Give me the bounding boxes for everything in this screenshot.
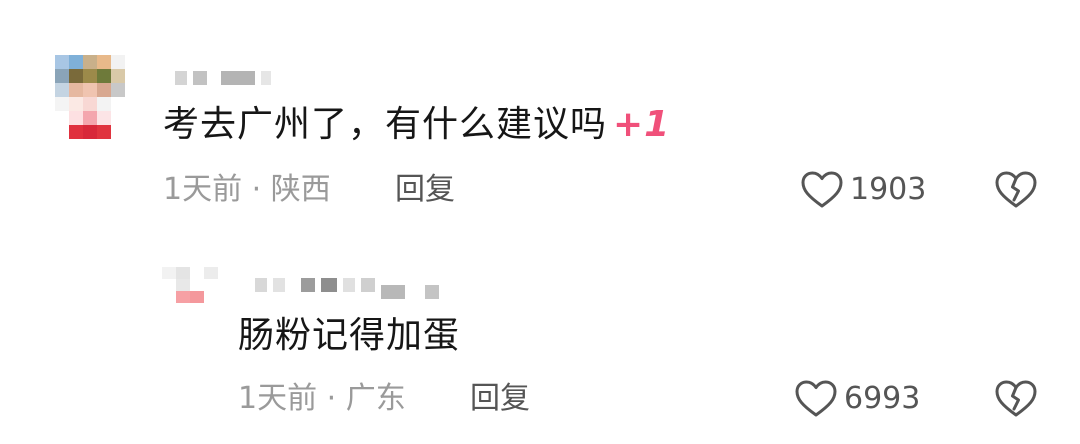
comment-text: 考去广州了，有什么建议吗 +1 xyxy=(163,104,671,145)
heart-outline-icon[interactable] xyxy=(800,170,844,210)
comment-meta: 1天前 · 陕西 xyxy=(163,172,331,208)
comment-text: 肠粉记得加蛋 xyxy=(238,315,461,356)
reply-button[interactable]: 回复 xyxy=(395,172,455,208)
username[interactable] xyxy=(255,271,439,299)
avatar[interactable] xyxy=(162,267,218,303)
username[interactable] xyxy=(175,71,271,85)
plus-one-sticker: +1 xyxy=(613,104,671,145)
avatar[interactable] xyxy=(55,55,125,139)
reply-button[interactable]: 回复 xyxy=(470,381,530,417)
timestamp: 1天前 xyxy=(163,172,243,207)
location: 广东 xyxy=(345,381,406,416)
broken-heart-icon[interactable] xyxy=(994,170,1038,210)
like-count: 1903 xyxy=(850,172,927,207)
timestamp: 1天前 xyxy=(238,381,318,416)
meta-separator: · xyxy=(251,172,262,207)
heart-outline-icon[interactable] xyxy=(794,379,838,419)
location: 陕西 xyxy=(270,172,331,207)
comment-meta: 1天前 · 广东 xyxy=(238,381,406,417)
broken-heart-icon[interactable] xyxy=(994,379,1038,419)
meta-separator: · xyxy=(326,381,337,416)
like-count: 6993 xyxy=(844,381,921,416)
